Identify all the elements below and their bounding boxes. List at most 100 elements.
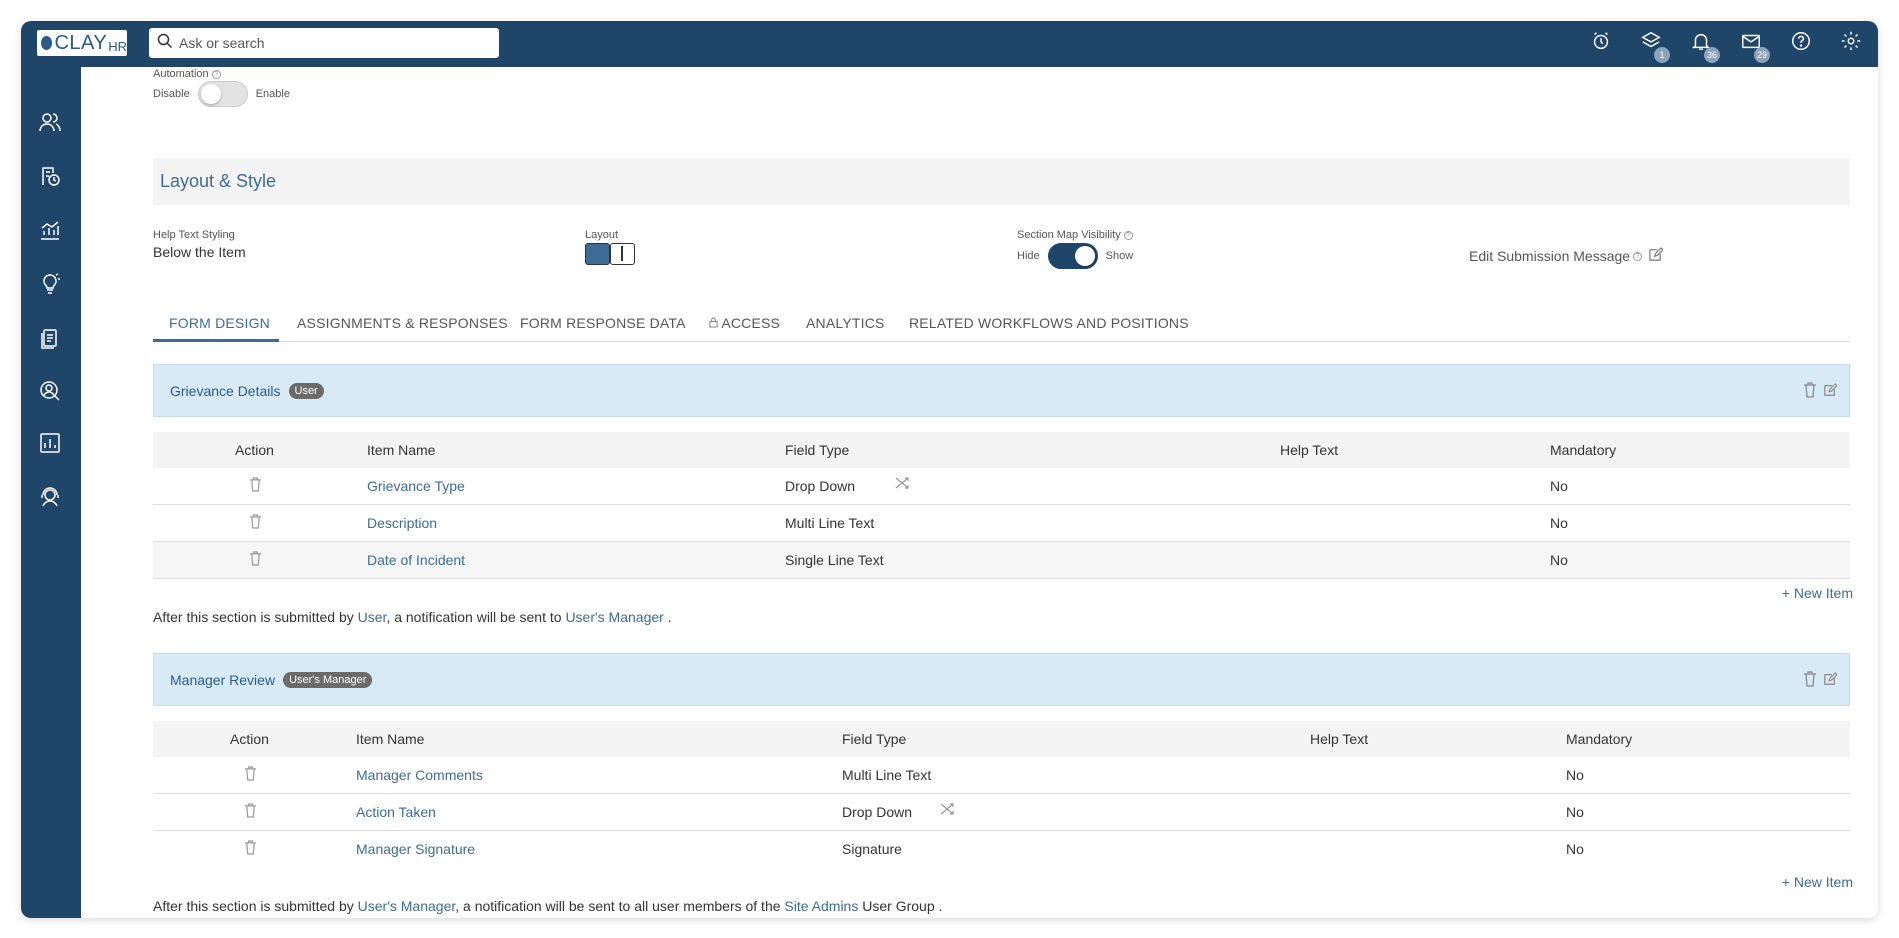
layout-label: Layout (585, 229, 619, 241)
field-type: Drop Down (842, 804, 913, 820)
table-row: Description Multi Line Text No (153, 505, 1850, 542)
search-box[interactable] (149, 28, 499, 58)
edit-submission-message[interactable]: Edit Submission Message? (1469, 247, 1664, 265)
new-item-button[interactable]: + New Item (1782, 585, 1853, 601)
trash-icon[interactable] (249, 477, 262, 495)
edit-icon[interactable] (1648, 247, 1664, 265)
gear-icon[interactable] (1840, 30, 1866, 56)
item-name-link[interactable]: Date of Incident (367, 552, 465, 568)
tab-assignments-responses[interactable]: ASSIGNMENTS & RESPONSES (297, 315, 508, 331)
section-map-visibility: Section Map Visibility? Hide Show (1017, 229, 1133, 269)
tab-related-workflows[interactable]: RELATED WORKFLOWS AND POSITIONS (909, 315, 1189, 331)
table-header: Action Item Name Field Type Help Text Ma… (153, 721, 1850, 757)
logo-suffix: HR (108, 38, 127, 54)
people-icon[interactable] (38, 110, 64, 136)
automation-toggle-row: Disable Enable (153, 81, 290, 107)
layout-style-title: Layout & Style (160, 171, 277, 191)
section-header-manager-review: Manager Review User's Manager (153, 653, 1850, 706)
analytics-chart-icon[interactable] (38, 218, 64, 244)
col-field-type: Field Type (842, 731, 907, 747)
delete-section-icon[interactable] (1803, 671, 1817, 690)
tab-access-wrapper[interactable]: ACCESS (709, 315, 780, 331)
field-type: Drop Down (785, 478, 856, 494)
mandatory-value: No (1550, 515, 1568, 531)
table-row: Grievance Type Drop Down No (153, 468, 1850, 505)
automation-toggle[interactable] (197, 81, 248, 107)
lock-icon (709, 315, 721, 331)
help-text-styling-value[interactable]: Below the Item (153, 244, 246, 260)
section-header-grievance-details: Grievance Details User (153, 364, 1850, 417)
automation-disable-label: Disable (153, 88, 190, 100)
layers-icon[interactable]: 1 (1640, 30, 1670, 63)
col-help-text: Help Text (1310, 731, 1369, 747)
single-column-layout-icon[interactable] (585, 243, 610, 265)
note-recipient-link[interactable]: User's Manager (565, 609, 663, 625)
item-name-link[interactable]: Action Taken (356, 804, 436, 820)
time-expense-icon[interactable] (38, 164, 64, 190)
item-name-link[interactable]: Manager Comments (356, 767, 483, 783)
clayhr-logo[interactable]: CLAY HR (37, 30, 127, 56)
note-text: User Group . (858, 898, 943, 914)
tab-form-response-data[interactable]: FORM RESPONSE DATA (520, 315, 686, 331)
mandatory-value: No (1550, 552, 1568, 568)
col-help-text: Help Text (1280, 442, 1339, 458)
branching-icon[interactable] (895, 476, 909, 493)
support-agent-icon[interactable] (38, 485, 64, 511)
tab-bar: FORM DESIGN ASSIGNMENTS & RESPONSES FORM… (153, 305, 1850, 342)
trash-icon[interactable] (244, 766, 257, 784)
note-submitter-link[interactable]: User's Manager (358, 898, 456, 914)
bell-badge: 36 (1704, 47, 1721, 63)
two-column-layout-icon[interactable] (610, 243, 635, 265)
note-submitter-link[interactable]: User (358, 609, 387, 625)
lightbulb-icon[interactable] (38, 272, 64, 298)
assignee-badge: User's Manager (283, 671, 373, 688)
bell-icon[interactable]: 36 (1690, 30, 1721, 63)
tab-analytics[interactable]: ANALYTICS (806, 315, 885, 331)
reports-icon[interactable] (38, 431, 64, 457)
help-icon[interactable]: ? (1123, 230, 1133, 240)
section1-notification-note: After this section is submitted by User,… (153, 609, 672, 625)
note-text: , a notification will be sent to all use… (455, 898, 785, 914)
logo-mark-icon (41, 36, 53, 50)
section-title: Grievance Details (170, 382, 281, 399)
user-search-icon[interactable] (38, 379, 64, 405)
field-type: Multi Line Text (785, 515, 875, 531)
help-text-styling: Help Text Styling Below the Item (153, 229, 246, 260)
mail-badge: 29 (1754, 47, 1771, 63)
mandatory-value: No (1566, 767, 1584, 783)
note-recipient-link[interactable]: Site Admins (784, 898, 858, 914)
alarm-clock-icon[interactable] (1590, 30, 1616, 56)
trash-icon[interactable] (249, 514, 262, 532)
delete-section-icon[interactable] (1803, 382, 1817, 401)
app-window: CLAY HR 1 36 29 (21, 21, 1878, 918)
edit-section-icon[interactable] (1823, 671, 1838, 690)
help-icon[interactable]: ? (1633, 251, 1643, 261)
col-field-type: Field Type (785, 442, 850, 458)
trash-icon[interactable] (249, 551, 262, 569)
section1-table: Action Item Name Field Type Help Text Ma… (153, 432, 1850, 579)
tab-form-design[interactable]: FORM DESIGN (169, 315, 270, 331)
item-name-link[interactable]: Description (367, 515, 437, 531)
mail-icon[interactable]: 29 (1740, 30, 1771, 63)
branching-icon[interactable] (940, 802, 954, 819)
search-input[interactable] (179, 35, 479, 51)
trash-icon[interactable] (244, 803, 257, 821)
mandatory-value: No (1566, 841, 1584, 857)
note-text: After this section is submitted by (153, 898, 358, 914)
documents-icon[interactable] (38, 326, 64, 352)
assignee-badge: User (288, 382, 324, 399)
col-action: Action (235, 442, 274, 458)
section-map-label: Section Map Visibility (1017, 229, 1121, 241)
help-icon[interactable] (1790, 30, 1816, 56)
help-icon[interactable]: ? (211, 69, 221, 79)
top-bar: CLAY HR 1 36 29 (21, 21, 1878, 67)
section-map-toggle[interactable] (1047, 243, 1098, 269)
note-text: . (663, 609, 672, 625)
item-name-link[interactable]: Grievance Type (367, 478, 465, 494)
tab-access: ACCESS (721, 315, 781, 331)
item-name-link[interactable]: Manager Signature (356, 841, 475, 857)
toggle-knob (1074, 246, 1095, 266)
trash-icon[interactable] (244, 840, 257, 858)
edit-section-icon[interactable] (1823, 382, 1838, 401)
new-item-button[interactable]: + New Item (1782, 874, 1853, 890)
